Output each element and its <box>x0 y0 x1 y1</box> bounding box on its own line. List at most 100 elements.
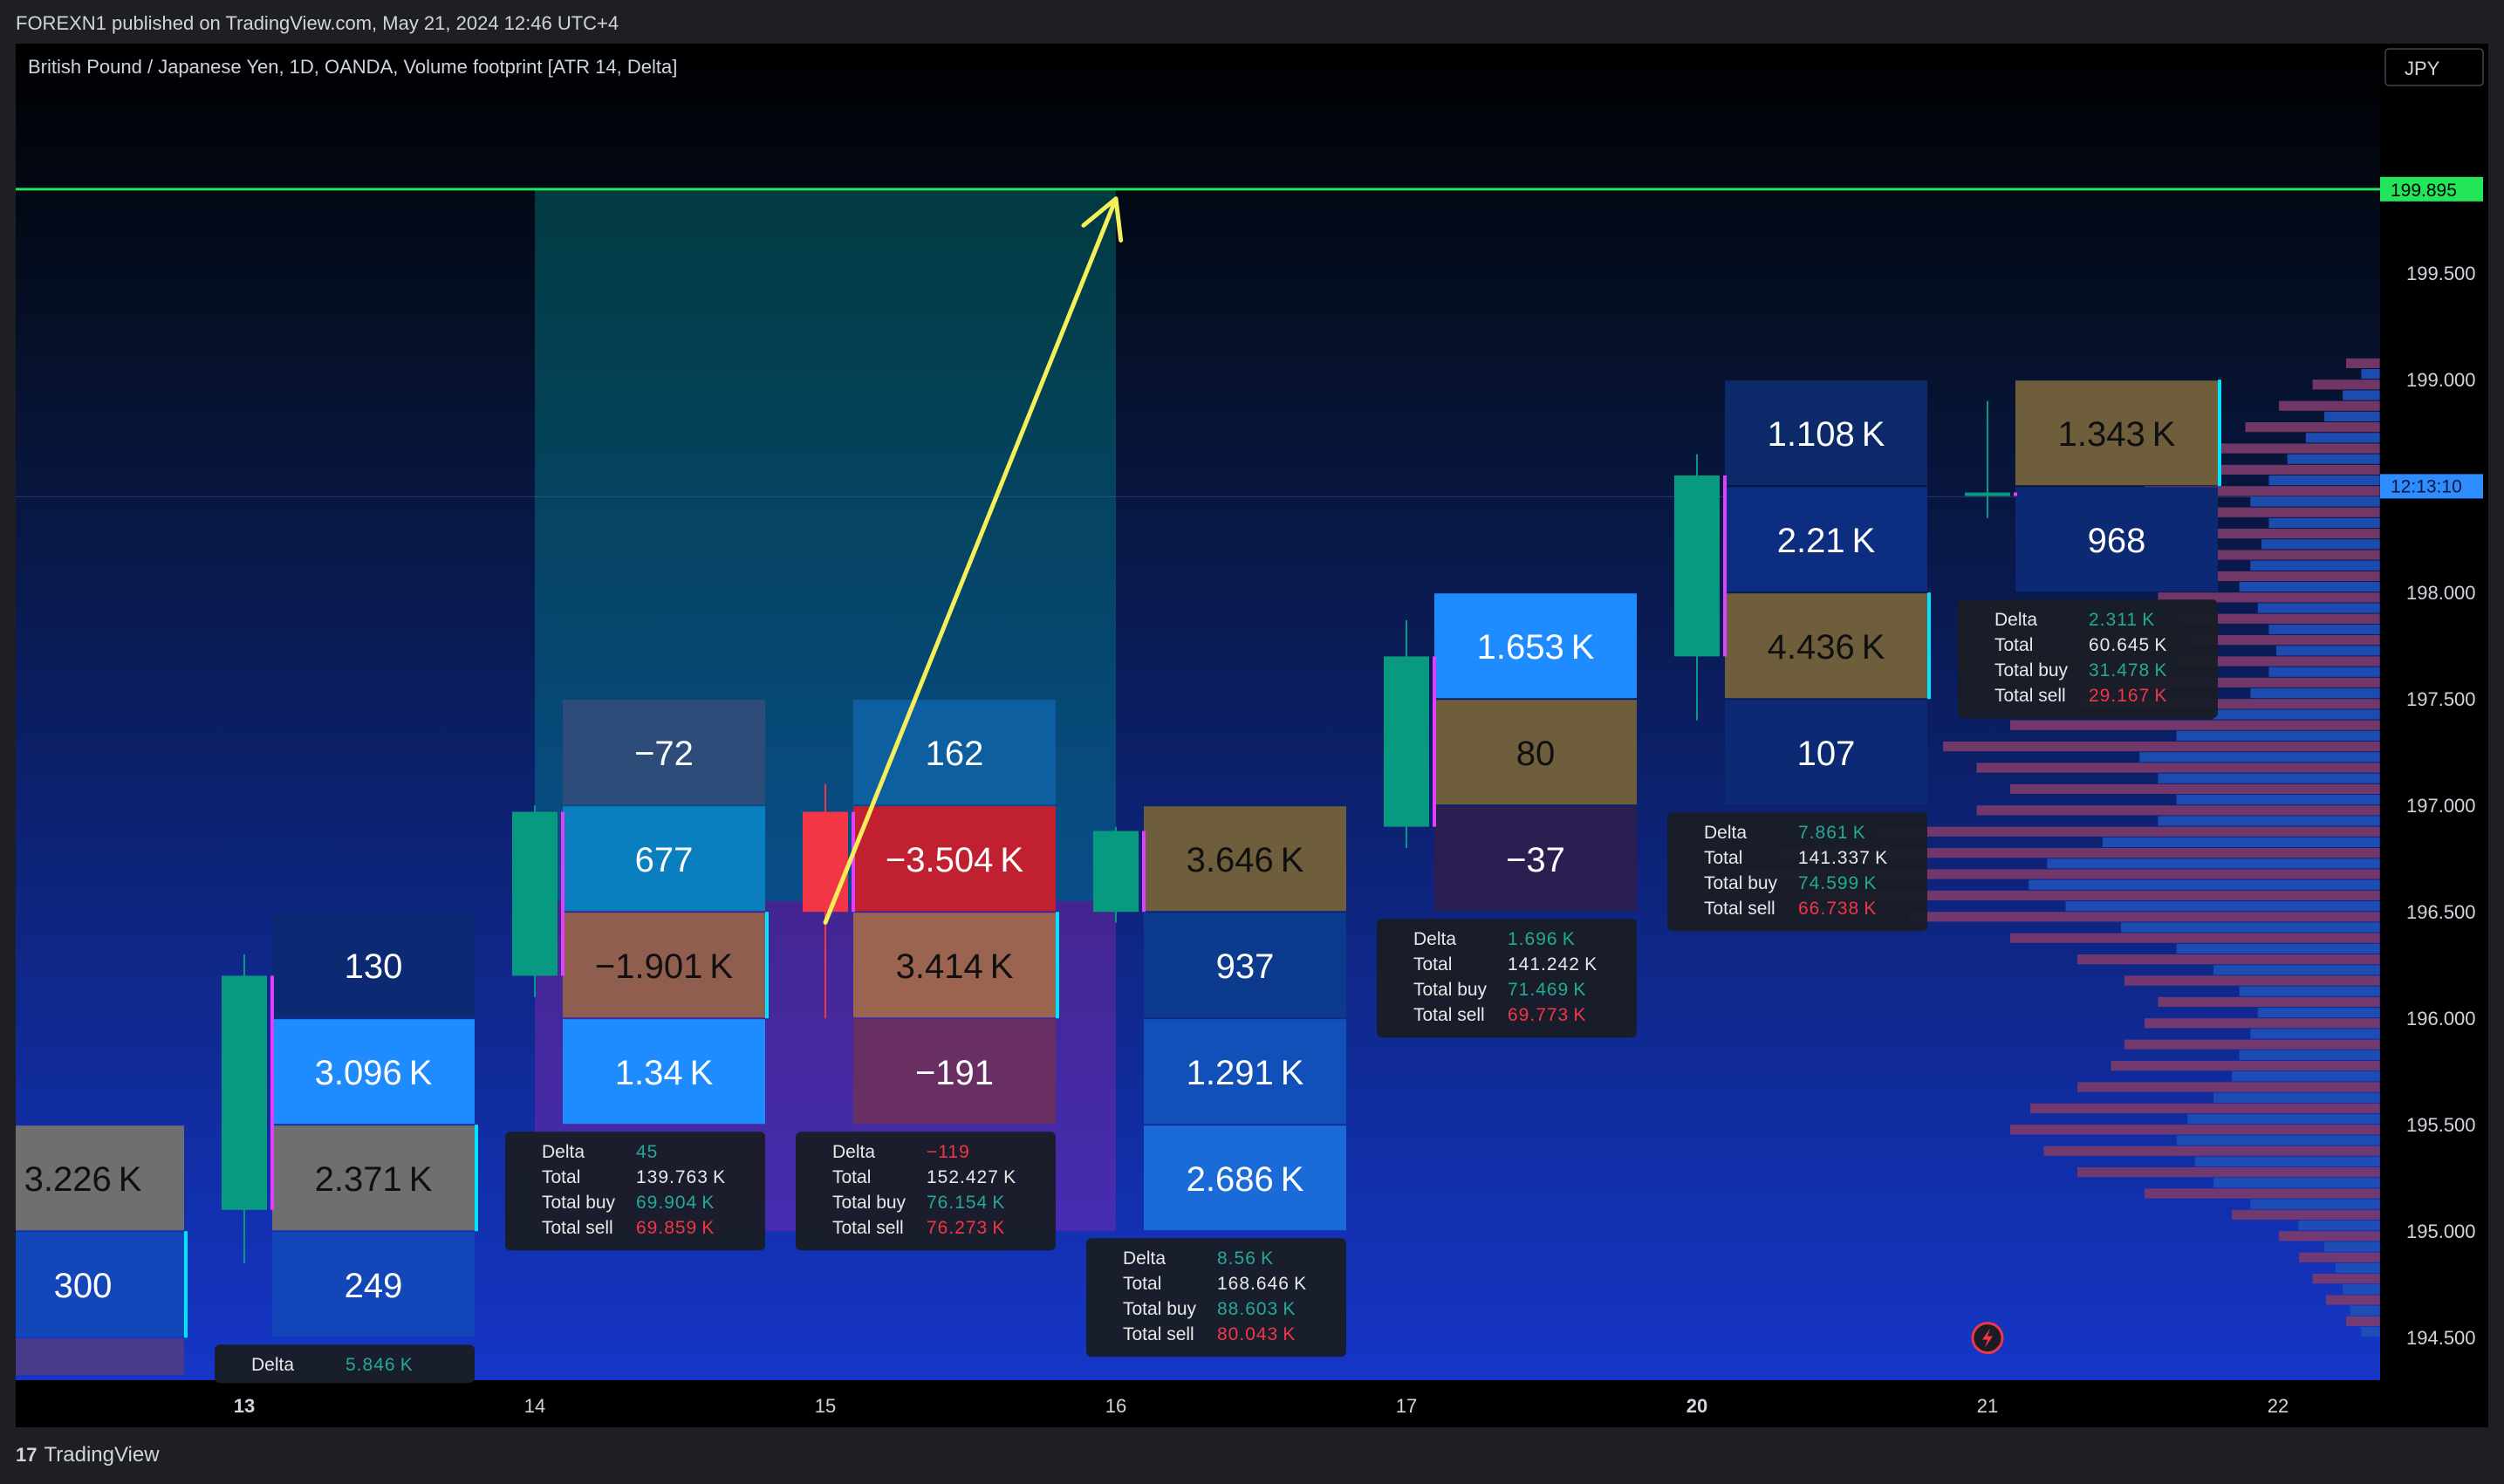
price-tick-label: 198.000 <box>2406 582 2476 604</box>
stats-label: Total sell <box>1704 899 1775 919</box>
stats-value: 71.469 K <box>1508 980 1586 1000</box>
stats-value: 2.311 K <box>2089 610 2155 630</box>
footprint-chart[interactable]: British Pound / Japanese Yen, 1D, OANDA,… <box>16 44 2488 1427</box>
stats-label: Delta <box>1413 929 1456 949</box>
price-tick-label: 196.500 <box>2406 901 2476 923</box>
value-area-marker <box>2218 380 2221 487</box>
volume-profile-buy-bar <box>2324 411 2380 422</box>
stats-value: 7.861 K <box>1798 823 1866 843</box>
stats-label: Total buy <box>832 1193 907 1213</box>
stats-value: 60.645 K <box>2089 635 2167 655</box>
stats-label: Total buy <box>1123 1299 1197 1319</box>
value-area-marker <box>1927 592 1931 700</box>
stats-value: 76.154 K <box>927 1193 1005 1213</box>
stats-label: Delta <box>832 1142 875 1162</box>
volume-profile-sell-bar <box>2077 1167 2380 1178</box>
volume-profile-sell-bar <box>2299 1252 2380 1262</box>
stats-value: 139.763 K <box>636 1167 726 1187</box>
volume-profile-buy-bar <box>2158 816 2380 826</box>
volume-profile-sell-bar <box>1976 805 2380 816</box>
time-tick-label: 14 <box>524 1395 545 1417</box>
volume-profile-buy-bar <box>2121 922 2380 933</box>
volume-profile-buy-bar <box>2287 454 2380 464</box>
footprint-value: 130 <box>345 947 403 986</box>
stats-value: −119 <box>927 1142 970 1162</box>
publish-bar: FOREXN1 published on TradingView.com, Ma… <box>0 0 2504 45</box>
stats-label: Delta <box>1123 1248 1166 1269</box>
volume-profile-sell-bar <box>2325 1295 2380 1305</box>
volume-profile-buy-bar <box>2361 1327 2380 1337</box>
footprint-value: 3.646 K <box>1187 841 1304 879</box>
footprint-value: 937 <box>1216 947 1275 986</box>
volume-profile-sell-bar <box>2212 443 2380 454</box>
volume-profile-sell-bar <box>2077 954 2380 965</box>
footprint-value: 1.653 K <box>1477 628 1595 667</box>
publish-info: FOREXN1 published on TradingView.com, Ma… <box>16 12 619 34</box>
volume-profile-sell-bar <box>2312 1274 2380 1284</box>
volume-profile-buy-bar <box>2213 709 2380 720</box>
stats-value: 76.273 K <box>927 1218 1005 1238</box>
volume-profile-buy-bar <box>2250 560 2380 571</box>
value-area-marker <box>1056 912 1059 1019</box>
volume-profile-buy-bar <box>2335 1262 2380 1274</box>
footprint-value: 2.21 K <box>1777 522 1876 560</box>
volume-profile-buy-bar <box>2176 943 2380 954</box>
volume-profile-sell-bar <box>2191 635 2380 646</box>
volume-profile-buy-bar <box>2047 858 2380 869</box>
footprint-value: 3.414 K <box>896 947 1014 986</box>
stats-value: 152.427 K <box>927 1167 1016 1187</box>
footprint-value: 1.108 K <box>1768 415 1885 454</box>
volume-profile-buy-bar <box>2257 603 2380 613</box>
volume-profile-buy-bar <box>2250 688 2380 699</box>
footprint-value: 249 <box>345 1267 403 1305</box>
volume-profile-buy-bar <box>2343 390 2380 400</box>
stats-label: Total <box>542 1167 580 1187</box>
poc-marker <box>1433 656 1436 827</box>
volume-profile-buy-bar <box>2176 1135 2380 1145</box>
stats-label: Total <box>1704 848 1742 868</box>
stats-label: Total <box>832 1167 871 1187</box>
volume-profile-buy-bar <box>2213 1092 2380 1103</box>
volume-profile-sell-bar <box>2346 358 2380 369</box>
footprint-value: 1.34 K <box>615 1054 714 1092</box>
footprint-value: 3.096 K <box>315 1054 433 1092</box>
stats-label: Total buy <box>542 1193 616 1213</box>
poc-marker <box>270 975 274 1210</box>
footer-bar: 17 TradingView <box>0 1429 2504 1484</box>
footprint-value: 300 <box>54 1267 113 1305</box>
target-price-label: 199.895 <box>2391 181 2457 201</box>
stats-value: 141.242 K <box>1508 954 1597 975</box>
poc-marker <box>2014 492 2017 496</box>
volume-profile-buy-bar <box>2268 475 2380 486</box>
stats-value: 69.859 K <box>636 1218 715 1238</box>
volume-profile-buy-bar <box>2268 667 2380 677</box>
volume-profile-sell-bar <box>2111 1061 2380 1071</box>
candle-body <box>1093 831 1139 913</box>
currency-button-label[interactable]: JPY <box>2405 58 2440 79</box>
volume-profile-sell-bar <box>2124 1039 2380 1050</box>
countdown-label: 12:13:10 <box>2391 476 2462 496</box>
volume-profile-buy-bar <box>2213 1178 2380 1188</box>
volume-profile-buy-bar <box>2239 1050 2380 1061</box>
volume-profile-buy-bar <box>2029 879 2380 890</box>
footprint-value: −37 <box>1506 841 1565 879</box>
tradingview-brand[interactable]: 17 TradingView <box>16 1443 160 1467</box>
volume-profile-buy-bar <box>2194 1156 2380 1167</box>
candle-body <box>512 811 558 976</box>
volume-profile-sell-bar <box>1876 826 2380 837</box>
brand-name: TradingView <box>44 1443 160 1467</box>
volume-profile-buy-bar <box>2268 624 2380 635</box>
chart-area[interactable]: British Pound / Japanese Yen, 1D, OANDA,… <box>16 44 2488 1427</box>
footprint-value: −3.504 K <box>886 841 1023 879</box>
volume-profile-buy-bar <box>2213 965 2380 975</box>
volume-profile-sell-bar <box>2030 1103 2380 1114</box>
volume-profile-sell-bar <box>2346 1316 2380 1327</box>
volume-profile-buy-bar <box>2187 1114 2380 1125</box>
price-tick-label: 199.500 <box>2406 263 2476 284</box>
volume-profile-buy-bar <box>2239 582 2380 592</box>
volume-profile-sell-bar <box>1909 912 2380 922</box>
stats-label: Total sell <box>832 1218 904 1238</box>
footprint-value: 2.371 K <box>315 1160 433 1199</box>
stats-value: 31.478 K <box>2089 660 2167 680</box>
volume-profile-buy-bar <box>2261 539 2380 550</box>
